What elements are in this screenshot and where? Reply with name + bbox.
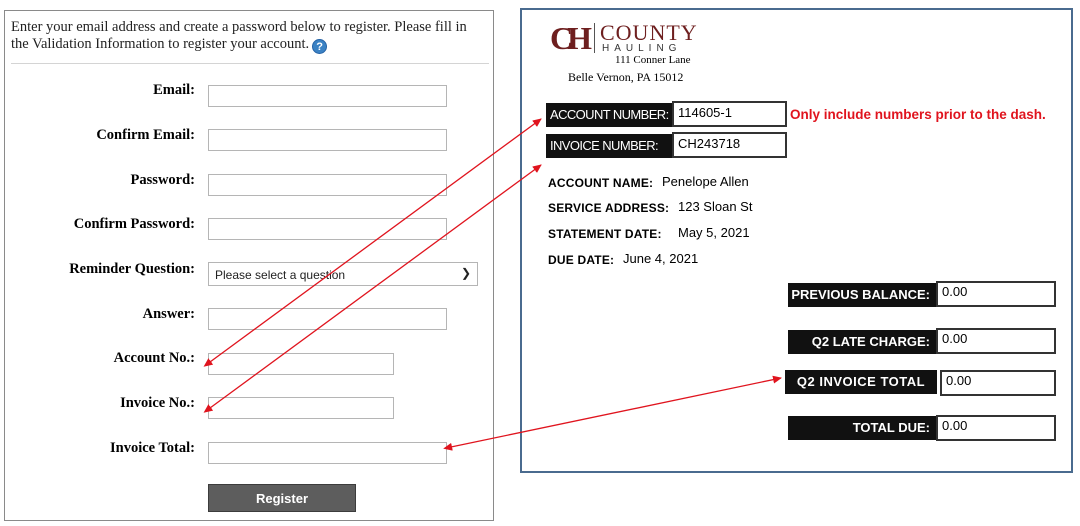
password-label: Password:: [130, 172, 195, 188]
due-date-label: DUE DATE:: [548, 253, 615, 267]
account-name-label: ACCOUNT NAME:: [548, 176, 654, 190]
account-number-note: Only include numbers prior to the dash.: [790, 107, 1046, 122]
service-address-label: SERVICE ADDRESS:: [548, 201, 670, 215]
account-number-label: ACCOUNT NUMBER:: [546, 103, 672, 127]
invoice-number-label: INVOICE NUMBER:: [546, 134, 672, 158]
form-intro: Enter your email address and create a pa…: [11, 19, 467, 54]
answer-label: Answer:: [142, 306, 195, 322]
company-address-city: Belle Vernon, PA 15012: [568, 70, 684, 84]
previous-balance-value: 0.00: [936, 281, 1056, 307]
late-charge-label: Q2 LATE CHARGE:: [788, 330, 936, 354]
logo-subtitle: HAULING: [602, 43, 682, 54]
registration-form: Enter your email address and create a pa…: [4, 10, 494, 521]
invoice-no-label: Invoice No.:: [120, 395, 195, 411]
password-input[interactable]: [208, 174, 447, 196]
late-charge-value: 0.00: [936, 328, 1056, 354]
invoice-number-value: CH243718: [672, 132, 787, 158]
invoice-sample: CH COUNTY HAULING 111 Conner Lane Belle …: [520, 8, 1073, 473]
chevron-down-icon: ❯: [460, 266, 471, 280]
invoice-no-input[interactable]: [208, 397, 394, 419]
invoice-total-label: Invoice Total:: [110, 440, 195, 456]
email-label: Email:: [153, 82, 195, 98]
email-input[interactable]: [208, 85, 447, 107]
register-button[interactable]: Register: [208, 484, 356, 512]
reminder-question-label: Reminder Question:: [69, 261, 195, 277]
reminder-question-value: Please select a question: [215, 268, 346, 282]
invoice-total-input[interactable]: [208, 442, 447, 464]
account-number-value: 114605-1: [672, 101, 787, 127]
company-address-street: 111 Conner Lane: [615, 54, 691, 66]
logo-divider: [594, 23, 595, 53]
question-circle-icon[interactable]: ?: [312, 39, 328, 54]
confirm-password-label: Confirm Password:: [73, 216, 195, 232]
account-no-label: Account No.:: [113, 350, 195, 366]
total-due-value: 0.00: [936, 415, 1056, 441]
confirm-email-label: Confirm Email:: [96, 127, 195, 143]
confirm-password-input[interactable]: [208, 218, 447, 240]
statement-date-value: May 5, 2021: [678, 225, 750, 240]
invoice-total-label: Q2 INVOICE TOTAL: [785, 370, 937, 394]
total-due-label: TOTAL DUE:: [788, 416, 936, 440]
logo-monogram: CH: [550, 20, 592, 56]
confirm-email-input[interactable]: [208, 129, 447, 151]
invoice-total-value: 0.00: [940, 370, 1056, 396]
form-divider: [11, 63, 489, 64]
reminder-question-select[interactable]: Please select a question ❯: [208, 262, 478, 286]
due-date-value: June 4, 2021: [623, 251, 699, 266]
account-name-value: Penelope Allen: [662, 174, 749, 189]
statement-date-label: STATEMENT DATE:: [548, 227, 662, 241]
answer-input[interactable]: [208, 308, 447, 330]
service-address-value: 123 Sloan St: [678, 199, 753, 214]
previous-balance-label: PREVIOUS BALANCE:: [788, 283, 936, 307]
account-no-input[interactable]: [208, 353, 394, 375]
